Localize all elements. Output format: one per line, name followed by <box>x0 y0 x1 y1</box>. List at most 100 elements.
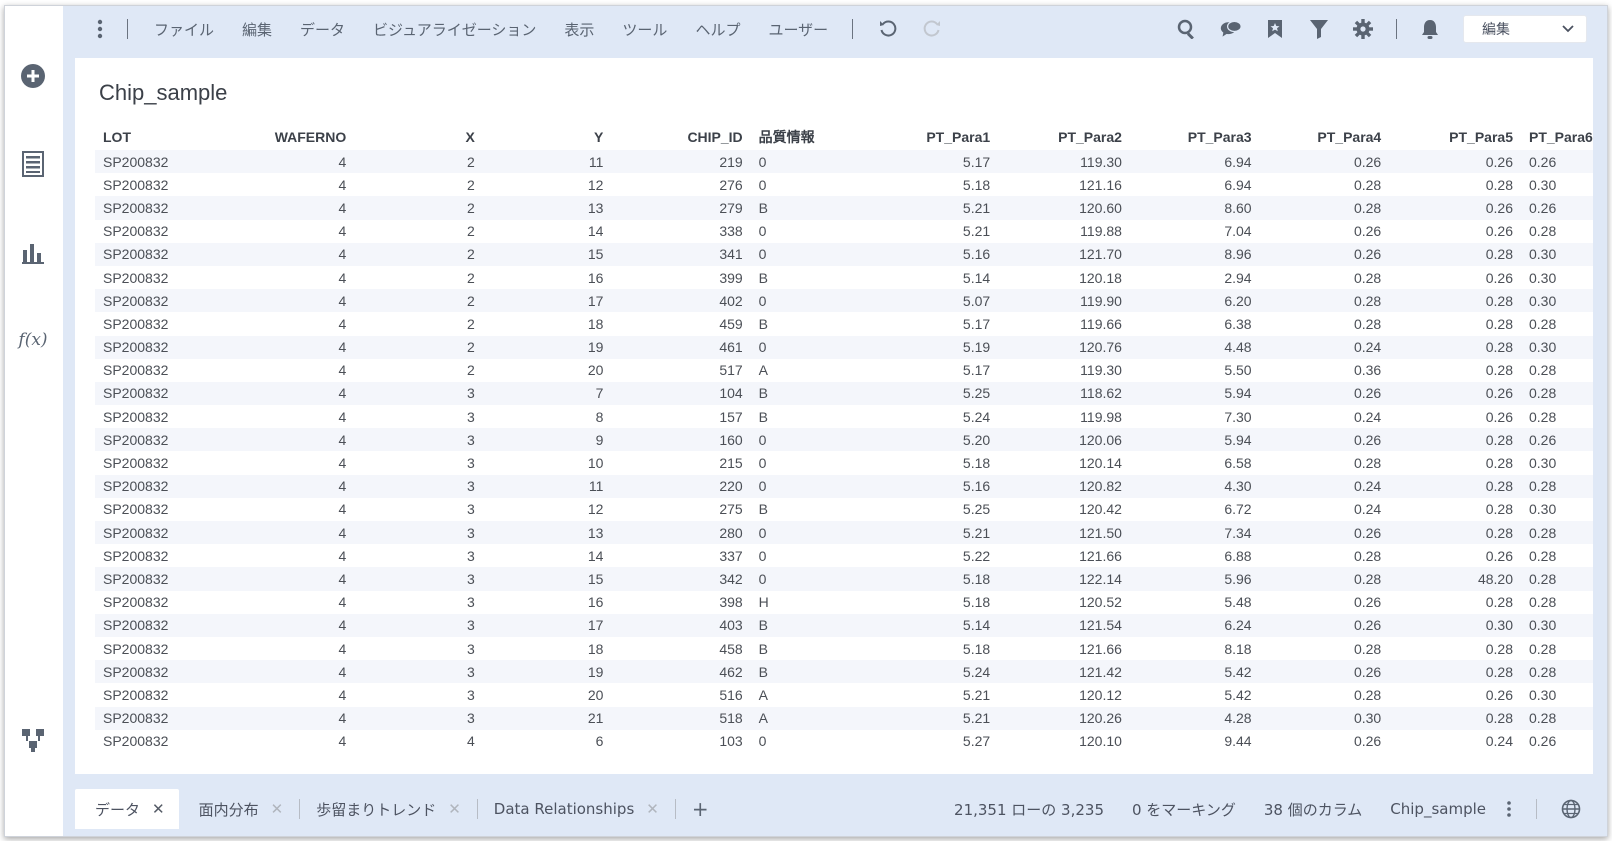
table-row[interactable]: SP200832 4 2 14 338 0 5.21 119.88 7.04 0.26 0.26 0.… <box>95 220 1593 243</box>
table-row[interactable]: SP200832 4 2 13 279 B 5.21 120.60 8.60 0.28 0.26 0.… <box>95 196 1593 220</box>
table-row[interactable]: SP200832 4 3 17 403 B 5.14 121.54 6.24 0.26 0.30 0.… <box>95 613 1593 637</box>
close-icon[interactable]: ✕ <box>152 800 165 818</box>
data-table[interactable]: LOT WAFERNO X Y CHIP_ID 品質情報 PT_Para1 PT… <box>95 124 1593 760</box>
table-row[interactable]: SP200832 4 2 15 341 0 5.16 121.70 8.96 0.26 0.28 0.… <box>95 242 1593 266</box>
notification-icon[interactable] <box>1419 18 1441 40</box>
table-cell: 118.62 <box>998 381 1130 406</box>
close-icon[interactable]: ✕ <box>646 800 659 818</box>
data-source-name[interactable]: Chip_sample <box>1390 800 1486 818</box>
close-icon[interactable]: ✕ <box>271 800 284 818</box>
tab-data[interactable]: データ ✕ <box>75 789 179 829</box>
table-cell: 0.28 <box>1389 242 1521 266</box>
table-cell: SP200832 <box>103 315 169 332</box>
menu-file[interactable]: ファイル <box>154 19 214 40</box>
table-row[interactable]: SP200832 4 2 12 276 0 5.18 121.16 6.94 0.28 0.28 0.… <box>95 173 1593 196</box>
menu-user[interactable]: ユーザー <box>768 19 828 40</box>
table-cell: 0.28 <box>1353 640 1382 657</box>
column-header[interactable]: CHIP_ID <box>611 124 750 150</box>
table-cell: 4.30 <box>1129 474 1260 498</box>
column-header[interactable]: PT_Para5 <box>1389 124 1521 150</box>
column-header[interactable]: WAFERNO <box>213 124 354 150</box>
table-row[interactable]: SP200832 4 2 16 399 B 5.14 120.18 2.94 0.28 0.26 0.… <box>95 266 1593 289</box>
table-row[interactable]: SP200832 4 3 21 518 A 5.21 120.26 4.28 0.30 0.28 0.… <box>95 706 1593 730</box>
table-row[interactable]: SP200832 4 2 20 517 A 5.17 119.30 5.50 0.36 0.28 0.… <box>95 359 1593 382</box>
table-cell: 0.26 <box>1485 223 1513 240</box>
menu-help[interactable]: ヘルプ <box>695 19 740 40</box>
add-icon[interactable] <box>19 62 47 90</box>
table-cell: 3 <box>467 594 475 611</box>
toolbar-divider <box>1396 19 1397 39</box>
bar-chart-icon[interactable] <box>19 238 47 266</box>
column-header[interactable]: PT_Para2 <box>998 124 1130 150</box>
table-cell: 0.28 <box>1485 315 1513 332</box>
table-row[interactable]: SP200832 4 3 12 275 B 5.25 120.42 6.72 0.24 0.28 0.… <box>95 498 1593 521</box>
function-icon[interactable]: f(x) <box>18 326 47 354</box>
column-header[interactable]: PT_Para4 <box>1260 124 1390 150</box>
table-row[interactable]: SP200832 4 2 17 402 0 5.07 119.90 6.20 0.28 0.28 0.… <box>95 289 1593 313</box>
table-row[interactable]: SP200832 4 3 15 342 0 5.18 122.14 5.96 0.28 48.20 0… <box>95 567 1593 591</box>
search-icon[interactable] <box>1176 18 1198 40</box>
table-cell: 0.26 <box>1389 150 1521 174</box>
tab-in-plane-distribution[interactable]: 面内分布 ✕ <box>179 789 300 829</box>
undo-icon[interactable] <box>877 18 899 40</box>
table-row[interactable]: SP200832 4 3 16 398 H 5.18 120.52 5.48 0.26 0.28 0.… <box>95 591 1593 614</box>
table-cell: 120.42 <box>1079 501 1122 518</box>
table-row[interactable]: SP200832 4 3 14 337 0 5.22 121.66 6.88 0.28 0.26 0.… <box>95 544 1593 567</box>
table-cell: 3 <box>354 660 483 684</box>
mode-select[interactable]: 編集 <box>1463 15 1587 43</box>
table-row[interactable]: SP200832 4 3 19 462 B 5.24 121.42 5.42 0.26 0.28 0.… <box>95 660 1593 684</box>
table-row[interactable]: SP200832 4 3 9 160 0 5.20 120.06 5.94 0.26 0.28 0.2… <box>95 428 1593 452</box>
table-cell: 3 <box>354 381 483 406</box>
table-cell: 9.44 <box>1224 733 1252 750</box>
redo-icon[interactable] <box>921 18 943 40</box>
table-cell: 517 <box>719 362 743 379</box>
table-cell: 5.18 <box>962 640 991 657</box>
table-cell: 403 <box>611 613 751 637</box>
more-vertical-icon[interactable] <box>89 18 111 40</box>
menu-edit[interactable]: 編集 <box>242 19 272 40</box>
column-header[interactable]: X <box>354 124 483 150</box>
table-cell: 6.88 <box>1224 547 1252 564</box>
table-row[interactable]: SP200832 4 2 18 459 B 5.17 119.66 6.38 0.28 0.28 0.… <box>95 312 1593 335</box>
data-canvas-icon[interactable] <box>19 726 47 754</box>
table-row[interactable]: SP200832 4 3 10 215 0 5.18 120.14 6.58 0.28 0.28 0.… <box>95 451 1593 474</box>
close-icon[interactable]: ✕ <box>448 800 461 818</box>
table-row[interactable]: SP200832 4 3 11 220 0 5.16 120.82 4.30 0.24 0.28 0.… <box>95 474 1593 498</box>
bookmark-icon[interactable] <box>1264 18 1286 40</box>
table-row[interactable]: SP200832 4 3 7 104 B 5.25 118.62 5.94 0.26 0.26 0.2… <box>95 381 1593 406</box>
table-row[interactable]: SP200832 4 2 11 219 0 5.17 119.30 6.94 0.26 0.26 0.… <box>95 150 1593 174</box>
filter-icon[interactable] <box>1308 18 1330 40</box>
column-header[interactable]: PT_Para6 <box>1521 124 1593 150</box>
table-row[interactable]: SP200832 4 3 18 458 B 5.18 121.66 8.18 0.28 0.28 0.… <box>95 637 1593 660</box>
table-cell: 0.26 <box>1259 521 1390 545</box>
menu-data[interactable]: データ <box>300 19 345 40</box>
tab-data-relationships[interactable]: Data Relationships ✕ <box>478 789 675 829</box>
tab-yield-trend[interactable]: 歩留まりトレンド ✕ <box>300 789 477 829</box>
menu-view[interactable]: 表示 <box>564 19 594 40</box>
table-row[interactable]: SP200832 4 4 6 103 0 5.27 120.10 9.44 0.26 0.24 0.2… <box>95 730 1593 753</box>
table-cell: 48.20 <box>1389 567 1521 591</box>
table-cell: 0.28 <box>1389 474 1521 498</box>
add-page-icon[interactable]: + <box>676 789 725 829</box>
data-table-icon[interactable] <box>19 150 47 178</box>
table-row[interactable]: SP200832 4 3 8 157 B 5.24 119.98 7.30 0.24 0.26 0.2… <box>95 405 1593 428</box>
table-row[interactable]: SP200832 4 3 13 280 0 5.21 121.50 7.34 0.26 0.28 0.… <box>95 521 1593 545</box>
settings-icon[interactable] <box>1352 18 1374 40</box>
table-cell: 4 <box>212 428 355 452</box>
table-row[interactable]: SP200832 4 3 20 516 A 5.21 120.12 5.42 0.28 0.26 0.… <box>95 683 1593 706</box>
column-header[interactable]: 品質情報 <box>751 124 890 150</box>
column-header[interactable]: PT_Para1 <box>890 124 998 150</box>
table-cell: SP200832 <box>95 428 213 452</box>
column-header[interactable]: LOT <box>95 124 213 150</box>
marking-count[interactable]: 0 をマーキング <box>1132 799 1236 820</box>
comments-icon[interactable] <box>1220 18 1242 40</box>
table-row[interactable]: SP200832 4 2 19 461 0 5.19 120.76 4.48 0.24 0.28 0.… <box>95 335 1593 359</box>
table-cell: SP200832 <box>103 686 169 703</box>
menu-visualization[interactable]: ビジュアライゼーション <box>373 19 536 40</box>
globe-icon[interactable] <box>1561 799 1581 819</box>
more-vertical-icon[interactable] <box>1506 800 1512 818</box>
table-cell: 0.28 <box>1389 521 1521 545</box>
column-header[interactable]: PT_Para3 <box>1130 124 1260 150</box>
menu-tools[interactable]: ツール <box>622 19 667 40</box>
column-header[interactable]: Y <box>483 124 612 150</box>
